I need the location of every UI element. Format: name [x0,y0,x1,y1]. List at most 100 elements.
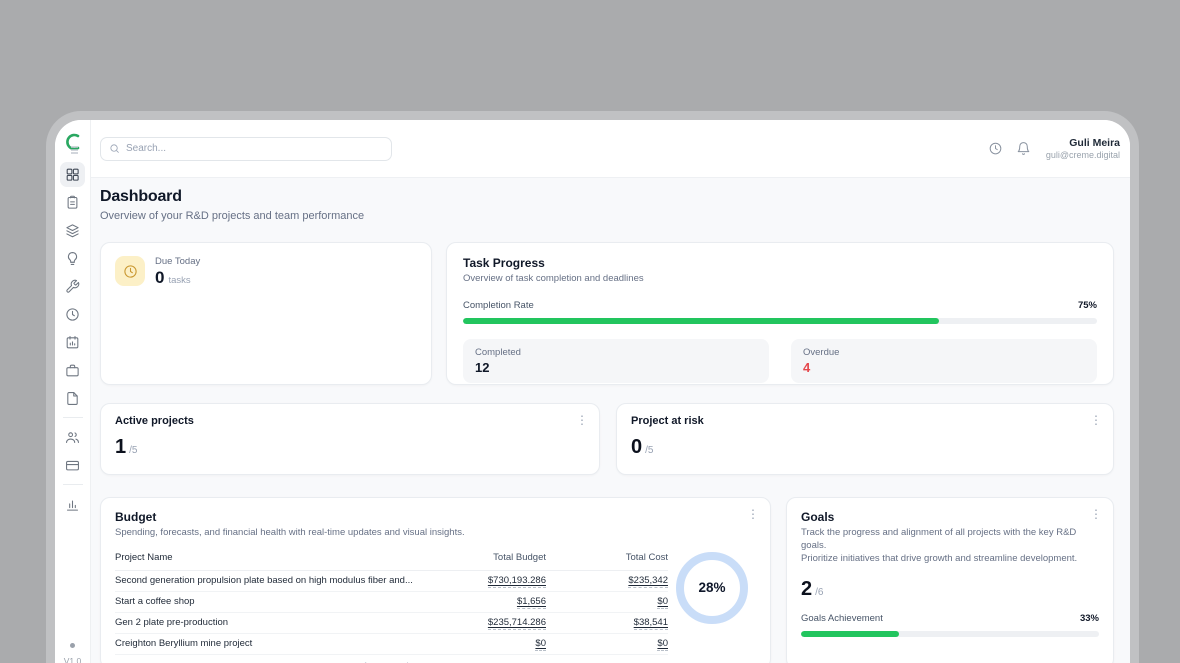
project-name: Second generation propulsion plate based… [115,575,431,586]
user-name: Guli Meira [1046,137,1120,149]
bar-chart-icon [65,497,80,512]
sidebar-item-projects[interactable] [60,218,85,243]
total-cost-link[interactable]: $0 [657,638,668,651]
status-dot [70,643,75,648]
file-icon [65,391,80,406]
creme-logo-icon[interactable] [62,131,84,155]
project-name: Creighton Beryllium mine project [115,638,431,649]
active-projects-title: Active projects [115,415,585,427]
sidebar-divider [63,417,83,418]
notifications-button[interactable] [1012,137,1036,161]
history-button[interactable] [984,137,1008,161]
search-input[interactable] [126,143,383,154]
column-total-cost: Total Cost [546,552,668,563]
budget-donut-value: 28% [698,580,725,595]
column-project-name: Project Name [115,552,431,563]
briefcase-icon [65,363,80,378]
topbar: Guli Meira guli@creme.digital [91,120,1130,178]
due-today-label: Due Today [155,256,200,267]
table-row: Creighton Beryllium mine project $0 $0 [115,634,668,655]
sidebar-item-tasks[interactable] [60,190,85,215]
task-progress-card: Task Progress Overview of task completio… [446,242,1114,385]
project-at-risk-title: Project at risk [631,415,1099,427]
sidebar-item-analytics[interactable] [60,492,85,517]
dashboard-grid-icon [65,167,80,182]
completion-rate-bar [463,318,1097,324]
app-window: V1.0 [55,120,1130,663]
table-row: Start a coffee shop $1,656 $0 [115,592,668,613]
total-budget-link[interactable]: $235,714.286 [488,617,546,630]
main-content: Dashboard Overview of your R&D projects … [91,178,1130,663]
goals-subtitle-line1: Track the progress and alignment of all … [801,527,1099,553]
goals-total: /6 [815,587,823,598]
sidebar-item-ideas[interactable] [60,246,85,271]
sidebar-item-billing[interactable] [60,453,85,478]
search-box[interactable] [100,137,392,161]
budget-table: Project Name Total Budget Total Cost Sec… [115,552,668,663]
active-projects-card: Active projects ⋮ 1 /5 [100,403,600,475]
task-progress-title: Task Progress [463,256,1097,270]
bell-icon [1016,141,1031,156]
column-total-budget: Total Budget [431,552,546,563]
kebab-menu-icon[interactable]: ⋮ [747,508,759,520]
goals-achievement-bar-fill [801,631,899,637]
sidebar: V1.0 [55,120,91,663]
due-today-card: Due Today 0 tasks [100,242,432,385]
project-at-risk-total: /5 [645,445,653,456]
goals-title: Goals [801,510,1099,524]
budget-table-header: Project Name Total Budget Total Cost [115,552,668,571]
budget-card: Budget ⋮ Spending, forecasts, and financ… [100,497,771,663]
kebab-menu-icon[interactable]: ⋮ [1090,414,1102,426]
credit-card-icon [65,458,80,473]
goals-value: 2 [801,578,812,601]
total-cost-link[interactable]: $235,342 [628,575,668,588]
sidebar-item-documents[interactable] [60,386,85,411]
kebab-menu-icon[interactable]: ⋮ [576,414,588,426]
kebab-menu-icon[interactable]: ⋮ [1090,508,1102,520]
sidebar-item-portfolio[interactable] [60,358,85,383]
app-version: V1.0 [64,656,82,663]
user-email: guli@creme.digital [1046,150,1120,160]
overdue-value: 4 [803,360,1085,375]
overdue-label: Overdue [803,347,1085,358]
sidebar-divider [63,484,83,485]
due-today-value: 0 [155,268,164,288]
completion-rate-label: Completion Rate [463,300,534,311]
project-name: Gen 2 plate pre-production [115,617,431,628]
table-row: Second generation propulsion plate based… [115,571,668,592]
sidebar-footer: V1.0 [64,643,82,663]
sidebar-item-tools[interactable] [60,274,85,299]
completed-value: 12 [475,360,757,375]
active-projects-value: 1 [115,436,126,459]
total-cost-link[interactable]: $38,541 [634,617,668,630]
completion-rate-value: 75% [1078,300,1097,311]
goals-subtitle: Track the progress and alignment of all … [801,527,1099,565]
total-budget-link[interactable]: $0 [535,638,546,651]
sidebar-item-dashboard[interactable] [60,162,85,187]
table-row: Gen 2 plate pre-production $235,714.286 … [115,613,668,634]
completion-rate-bar-fill [463,318,939,324]
search-icon [109,143,120,154]
total-cost-link[interactable]: $0 [657,596,668,609]
total-budget-link[interactable]: $1,656 [517,596,546,609]
sidebar-item-calendar[interactable] [60,330,85,355]
history-icon [988,141,1003,156]
due-today-iconbox [115,256,145,286]
page-subtitle: Overview of your R&D projects and team p… [100,210,1114,222]
clipboard-icon [65,195,80,210]
user-menu[interactable]: Guli Meira guli@creme.digital [1046,137,1120,160]
budget-subtitle: Spending, forecasts, and financial healt… [115,527,756,540]
overdue-panel: Overdue 4 [791,339,1097,383]
clock-icon [65,307,80,322]
sidebar-item-time-tracking[interactable] [60,302,85,327]
total-budget-link[interactable]: $730,193.286 [488,575,546,588]
budget-donut: 28% [676,552,748,624]
clock-icon [123,264,138,279]
page-title: Dashboard [100,188,1114,206]
task-progress-subtitle: Overview of task completion and deadline… [463,273,1097,286]
users-icon [65,430,80,445]
sidebar-item-team[interactable] [60,425,85,450]
completed-panel: Completed 12 [463,339,769,383]
goals-card: Goals ⋮ Track the progress and alignment… [786,497,1114,663]
active-projects-total: /5 [129,445,137,456]
